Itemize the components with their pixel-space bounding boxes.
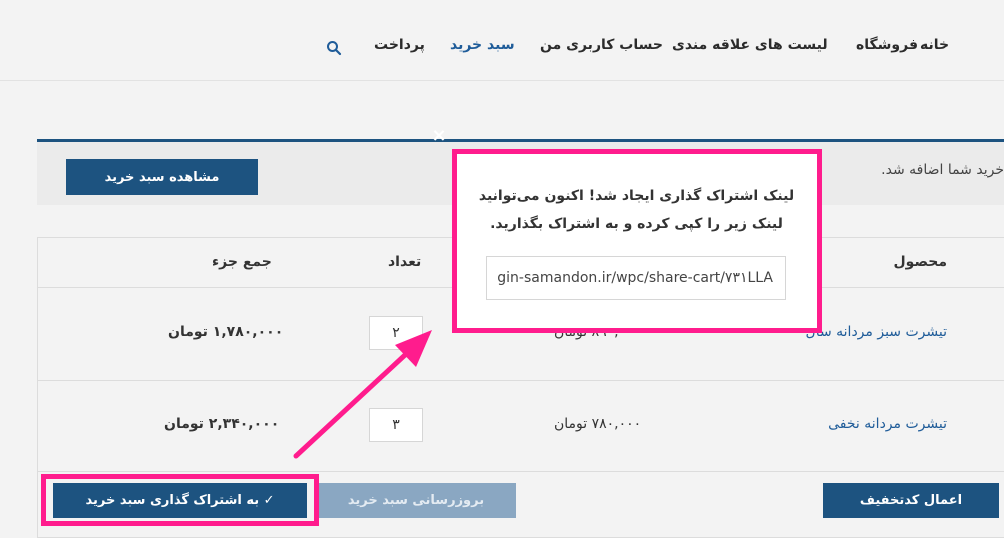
quantity-input[interactable]: ۲ — [369, 316, 423, 350]
modal-message-line1: لینک اشتراک گذاری ایجاد شد! اکنون می‌توا… — [478, 188, 795, 204]
header-quantity: تعداد — [388, 254, 422, 270]
site-header: خانه فروشگاه لیست های علاقه مندی حساب کا… — [0, 0, 1004, 81]
header-product: محصول — [893, 254, 947, 270]
nav-cart[interactable]: سبد خرید — [450, 37, 515, 53]
share-cart-button[interactable]: ✓ به اشتراک گذاری سبد خرید — [53, 483, 307, 518]
share-url-field[interactable]: gin-samandon.ir/wpc/share-cart/۷۳۱LLA — [486, 256, 786, 300]
product-link[interactable]: تیشرت سبز مردانه سال — [806, 324, 947, 340]
modal-message: لینک اشتراک گذاری ایجاد شد! اکنون می‌توا… — [465, 182, 808, 238]
search-icon[interactable] — [326, 40, 342, 56]
line-subtotal: ۱,۷۸۰,۰۰۰ تومان — [168, 324, 284, 340]
quantity-input[interactable]: ۳ — [369, 408, 423, 442]
line-subtotal: ۲,۳۴۰,۰۰۰ تومان — [164, 416, 280, 432]
header-subtotal: جمع جزء — [212, 254, 272, 270]
close-icon[interactable]: × — [431, 127, 447, 145]
row-divider — [38, 471, 1004, 472]
view-cart-button[interactable]: مشاهده سبد خرید — [66, 159, 258, 195]
modal-message-line2: لینک زیر را کپی کرده و به اشتراک بگذارید… — [490, 216, 783, 232]
nav-shop[interactable]: فروشگاه — [856, 37, 918, 53]
row-divider — [38, 380, 1004, 381]
nav-checkout[interactable]: پرداخت — [374, 37, 425, 53]
apply-coupon-button[interactable]: اعمال کدتخفیف — [823, 483, 999, 518]
nav-wishlist[interactable]: لیست های علاقه مندی — [672, 37, 828, 53]
notice-text: خرید شما اضافه شد. — [881, 162, 1004, 178]
nav-home[interactable]: خانه — [920, 37, 949, 53]
update-cart-button[interactable]: بروزرسانی سبد خرید — [316, 483, 516, 518]
nav-my-account[interactable]: حساب کاربری من — [540, 37, 663, 53]
share-link-modal: لینک اشتراک گذاری ایجاد شد! اکنون می‌توا… — [455, 152, 818, 330]
product-link[interactable]: تیشرت مردانه نخفی — [828, 416, 947, 432]
product-price: ۷۸۰,۰۰۰ تومان — [554, 416, 642, 432]
